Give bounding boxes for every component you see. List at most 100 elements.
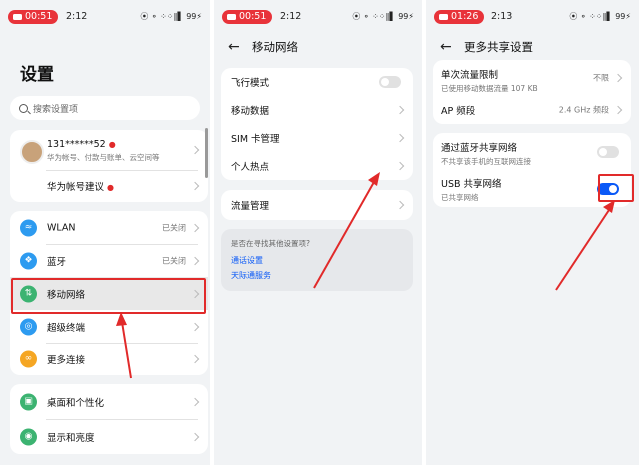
chevron-right-icon — [190, 145, 200, 155]
call-settings-link[interactable]: 通话设置 — [231, 255, 263, 266]
wifi-icon: ≈ — [20, 219, 37, 236]
scrollbar[interactable] — [205, 128, 208, 178]
personal-hotspot-label: 个人热点 — [231, 162, 270, 173]
usb-sharing-label: USB 共享网络 — [441, 179, 502, 190]
screen-record-indicator[interactable]: 00:51 — [8, 10, 59, 24]
traffic-limit-value: 不限 — [593, 73, 609, 83]
setting-item-bluetooth[interactable]: ❖ 蓝牙 已关闭 — [10, 244, 208, 277]
setting-item-label: WLAN — [47, 222, 76, 233]
account-card: 131******52 ● 华为帐号、付款与账单、云空间等 华为帐号建议 ● — [10, 130, 208, 202]
hotspot-settings-card: 单次流量限制 已使用移动数据流量 107 KB 不限 AP 频段 2.4 GHz… — [433, 60, 631, 124]
avatar — [20, 140, 44, 164]
traffic-limit-desc: 已使用移动数据流量 107 KB — [441, 84, 538, 93]
account-name: 131******52 — [47, 139, 106, 150]
setting-item-value: 已关闭 — [162, 223, 186, 232]
traffic-limit-row[interactable]: 单次流量限制 已使用移动数据流量 107 KB 不限 — [433, 60, 631, 96]
chevron-right-icon — [395, 200, 405, 210]
setting-item-label: 蓝牙 — [47, 256, 67, 268]
red-dot-icon: ● — [108, 140, 116, 149]
record-icon — [13, 14, 22, 20]
page-title: 设置 — [20, 65, 54, 85]
screen-record-indicator[interactable]: 00:51 — [222, 10, 273, 24]
ap-band-value: 2.4 GHz 频段 — [558, 105, 609, 115]
clock: 2:12 — [280, 11, 302, 22]
ap-band-label: AP 频段 — [441, 106, 476, 117]
super-device-icon: ◎ — [20, 318, 37, 335]
account-suggestion-label: 华为帐号建议 — [47, 182, 105, 193]
personal-hotspot-row[interactable]: 个人热点 — [221, 152, 413, 180]
highlight-box — [598, 174, 634, 202]
chevron-right-icon — [613, 105, 623, 115]
search-placeholder: 搜索设置项 — [33, 104, 79, 115]
page-title: 更多共享设置 — [464, 40, 533, 54]
setting-item-label: 更多连接 — [47, 355, 86, 366]
mobile-data-label: 移动数据 — [231, 106, 270, 117]
highlight-box — [11, 278, 206, 314]
record-icon — [227, 14, 236, 20]
screen-record-indicator[interactable]: 01:26 — [434, 10, 485, 24]
ap-band-row[interactable]: AP 频段 2.4 GHz 频段 — [433, 96, 631, 124]
bluetooth-sharing-toggle[interactable] — [597, 145, 619, 158]
chevron-right-icon — [190, 322, 200, 331]
desktop-icon: ▣ — [20, 393, 37, 410]
airplane-mode-label: 飞行模式 — [231, 78, 270, 89]
chevron-right-icon — [190, 354, 200, 364]
link-icon: ∞ — [20, 350, 37, 368]
status-icons: ⦿ ⚬ ⁘⁘∥▌ 99⚡ — [140, 12, 202, 21]
chevron-right-icon — [190, 397, 200, 406]
setting-item-more-connections[interactable]: ∞ 更多连接 — [10, 343, 208, 375]
status-icons: ⦿ ⚬ ⁘⁘∥▌ 99⚡ — [352, 12, 414, 21]
red-dot-icon: ● — [107, 183, 115, 192]
record-icon — [439, 14, 448, 20]
status-bar: 01:26 2:13 ⦿ ⚬ ⁘⁘∥▌ 99⚡ — [434, 8, 631, 26]
clock: 2:12 — [66, 11, 88, 22]
chevron-right-icon — [613, 73, 623, 83]
chevron-right-icon — [395, 161, 405, 171]
setting-item-value: 已关闭 — [162, 256, 186, 265]
status-bar: 00:51 2:12 ⦿ ⚬ ⁘⁘∥▌ 99⚡ — [222, 8, 414, 26]
chevron-right-icon — [190, 223, 200, 232]
account-suggestion-row[interactable]: 华为帐号建议 ● — [10, 170, 208, 202]
hint-card: 是否在寻找其他设置项? 通话设置 天际通服务 — [221, 229, 413, 291]
settings-panel: 00:51 2:12 ⦿ ⚬ ⁘⁘∥▌ 99⚡ 设置 搜索设置项 131****… — [0, 0, 210, 465]
mobile-data-row[interactable]: 移动数据 — [221, 96, 413, 124]
setting-item-super-device[interactable]: ◎ 超级终端 — [10, 310, 208, 343]
setting-item-label: 桌面和个性化 — [47, 397, 105, 409]
search-input[interactable]: 搜索设置项 — [10, 96, 200, 120]
setting-item-display[interactable]: ◉ 显示和亮度 — [10, 419, 208, 454]
airplane-mode-row[interactable]: 飞行模式 — [221, 68, 413, 96]
record-time: 00:51 — [239, 11, 267, 22]
display-card: ▣ 桌面和个性化 ◉ 显示和亮度 — [10, 384, 208, 454]
record-time: 00:51 — [25, 11, 53, 22]
airplane-mode-toggle[interactable] — [379, 76, 401, 88]
traffic-limit-label: 单次流量限制 — [441, 70, 499, 81]
record-time: 01:26 — [451, 11, 479, 22]
usb-sharing-desc: 已共享网络 — [441, 193, 479, 202]
chevron-right-icon — [190, 181, 200, 191]
traffic-card: 流量管理 — [221, 190, 413, 220]
bluetooth-sharing-desc: 不共享该手机的互联网连接 — [441, 157, 531, 166]
bluetooth-sharing-label: 通过蓝牙共享网络 — [441, 143, 518, 154]
setting-item-desktop[interactable]: ▣ 桌面和个性化 — [10, 384, 208, 419]
mobile-network-panel: 00:51 2:12 ⦿ ⚬ ⁘⁘∥▌ 99⚡ ← 移动网络 飞行模式 移动数据… — [214, 0, 422, 465]
setting-item-wlan[interactable]: ≈ WLAN 已关闭 — [10, 211, 208, 244]
setting-item-label: 超级终端 — [47, 322, 86, 334]
status-bar: 00:51 2:12 ⦿ ⚬ ⁘⁘∥▌ 99⚡ — [8, 8, 202, 26]
back-arrow-icon[interactable]: ← — [228, 39, 240, 55]
back-arrow-icon[interactable]: ← — [440, 39, 452, 55]
traffic-management-row[interactable]: 流量管理 — [221, 190, 413, 220]
chevron-right-icon — [395, 105, 405, 115]
status-icons: ⦿ ⚬ ⁘⁘∥▌ 99⚡ — [569, 12, 631, 21]
sim-management-label: SIM 卡管理 — [231, 134, 280, 145]
skytone-service-link[interactable]: 天际通服务 — [231, 270, 271, 281]
chevron-right-icon — [395, 133, 405, 143]
mobile-network-card: 飞行模式 移动数据 SIM 卡管理 个人热点 — [221, 68, 413, 180]
account-row[interactable]: 131******52 ● 华为帐号、付款与账单、云空间等 — [10, 130, 208, 170]
chevron-right-icon — [190, 256, 200, 265]
setting-item-label: 显示和亮度 — [47, 432, 95, 444]
sim-management-row[interactable]: SIM 卡管理 — [221, 124, 413, 152]
bluetooth-icon: ❖ — [20, 252, 37, 269]
search-icon — [19, 103, 28, 113]
traffic-management-label: 流量管理 — [231, 201, 270, 212]
bluetooth-sharing-row[interactable]: 通过蓝牙共享网络 不共享该手机的互联网连接 — [433, 133, 631, 170]
